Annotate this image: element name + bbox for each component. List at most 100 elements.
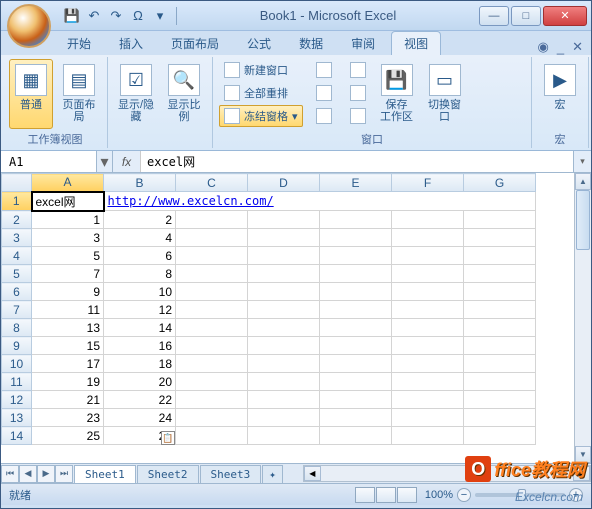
cell-empty[interactable] xyxy=(392,283,464,301)
cell-empty[interactable] xyxy=(320,373,392,391)
first-sheet-button[interactable]: ⏮ xyxy=(1,465,19,483)
new-sheet-button[interactable]: ✦ xyxy=(262,465,283,483)
cell-empty[interactable] xyxy=(464,211,536,229)
maximize-button[interactable]: □ xyxy=(511,6,541,26)
spreadsheet-grid[interactable]: ABCDEFG1excel网http://www.excelcn.com/212… xyxy=(1,173,536,445)
name-box-dropdown[interactable]: ▾ xyxy=(97,151,113,172)
show-hide-button[interactable]: ☑显示/隐藏 xyxy=(114,59,158,129)
cell-empty[interactable] xyxy=(320,391,392,409)
zoom-out-button[interactable]: − xyxy=(457,488,471,502)
cell-empty[interactable] xyxy=(320,229,392,247)
row-header-4[interactable]: 4 xyxy=(2,247,32,265)
cell-empty[interactable] xyxy=(176,337,248,355)
cell-empty[interactable] xyxy=(176,265,248,283)
cell-empty[interactable] xyxy=(392,247,464,265)
row-header-9[interactable]: 9 xyxy=(2,337,32,355)
expand-formula-icon[interactable]: ▾ xyxy=(573,151,591,172)
cell-empty[interactable] xyxy=(392,409,464,427)
qat-dropdown-icon[interactable]: ▾ xyxy=(152,8,168,24)
cell-empty[interactable] xyxy=(248,229,320,247)
name-box[interactable]: A1 xyxy=(1,151,97,172)
split-button[interactable] xyxy=(311,59,337,81)
cell-B10[interactable]: 18 xyxy=(104,355,176,373)
zoom-button[interactable]: 🔍显示比例 xyxy=(162,59,206,129)
cell-empty[interactable] xyxy=(248,337,320,355)
reset-pos-button[interactable] xyxy=(345,105,371,127)
close-button[interactable]: ✕ xyxy=(543,6,587,26)
col-header-D[interactable]: D xyxy=(248,174,320,192)
cell-empty[interactable] xyxy=(464,265,536,283)
tab-view[interactable]: 视图 xyxy=(391,31,441,55)
macros-button[interactable]: ▶宏 xyxy=(538,59,582,129)
cell-empty[interactable] xyxy=(392,373,464,391)
cell-empty[interactable] xyxy=(392,337,464,355)
cell-A10[interactable]: 17 xyxy=(32,355,104,373)
vertical-scrollbar[interactable]: ▲ ▼ xyxy=(574,173,591,463)
cell-empty[interactable] xyxy=(392,355,464,373)
new-window-button[interactable]: 新建窗口 xyxy=(219,59,303,81)
cell-empty[interactable] xyxy=(176,355,248,373)
cell-B6[interactable]: 10 xyxy=(104,283,176,301)
cell-empty[interactable] xyxy=(392,391,464,409)
cell-B9[interactable]: 16 xyxy=(104,337,176,355)
doc-close-icon[interactable]: ✕ xyxy=(572,39,583,55)
cell-A2[interactable]: 1 xyxy=(32,211,104,229)
cell-empty[interactable] xyxy=(464,247,536,265)
normal-view-icon[interactable] xyxy=(355,487,375,503)
row-header-14[interactable]: 14 xyxy=(2,427,32,445)
fx-icon[interactable]: fx xyxy=(113,151,141,172)
redo-icon[interactable]: ↷ xyxy=(108,8,124,24)
cell-empty[interactable] xyxy=(248,373,320,391)
cell-A9[interactable]: 15 xyxy=(32,337,104,355)
cell-A12[interactable]: 21 xyxy=(32,391,104,409)
save-workspace-button[interactable]: 💾保存 工作区 xyxy=(375,59,419,129)
zoom-level[interactable]: 100% xyxy=(425,489,453,501)
cell-empty[interactable] xyxy=(464,355,536,373)
tab-formulas[interactable]: 公式 xyxy=(235,32,283,55)
row-header-7[interactable]: 7 xyxy=(2,301,32,319)
help-icon[interactable]: ◉ xyxy=(538,39,549,55)
sync-scroll-button[interactable] xyxy=(345,82,371,104)
cell-empty[interactable] xyxy=(176,373,248,391)
cell-A6[interactable]: 9 xyxy=(32,283,104,301)
cell-empty[interactable] xyxy=(248,283,320,301)
cell-empty[interactable] xyxy=(464,229,536,247)
undo-icon[interactable]: ↶ xyxy=(86,8,102,24)
cell-A3[interactable]: 3 xyxy=(32,229,104,247)
cell-empty[interactable] xyxy=(464,373,536,391)
cell-A13[interactable]: 23 xyxy=(32,409,104,427)
cell-empty[interactable] xyxy=(392,301,464,319)
cell-A11[interactable]: 19 xyxy=(32,373,104,391)
cell-empty[interactable] xyxy=(320,409,392,427)
sheet-tab-3[interactable]: Sheet3 xyxy=(200,465,262,483)
view-side-button[interactable] xyxy=(345,59,371,81)
next-sheet-button[interactable]: ▶ xyxy=(37,465,55,483)
cell-B11[interactable]: 20 xyxy=(104,373,176,391)
cell-empty[interactable] xyxy=(248,355,320,373)
normal-view-button[interactable]: ▦普通 xyxy=(9,59,53,129)
cell-B2[interactable]: 2 xyxy=(104,211,176,229)
row-header-11[interactable]: 11 xyxy=(2,373,32,391)
cell-B8[interactable]: 14 xyxy=(104,319,176,337)
row-header-2[interactable]: 2 xyxy=(2,211,32,229)
page-layout-view-icon[interactable] xyxy=(376,487,396,503)
cell-empty[interactable] xyxy=(248,409,320,427)
cell-empty[interactable] xyxy=(248,247,320,265)
cell-empty[interactable] xyxy=(320,301,392,319)
row-header-6[interactable]: 6 xyxy=(2,283,32,301)
switch-windows-button[interactable]: ▭切换窗口 xyxy=(423,59,467,129)
cell-empty[interactable] xyxy=(392,211,464,229)
last-sheet-button[interactable]: ⏭ xyxy=(55,465,73,483)
cell-empty[interactable] xyxy=(176,409,248,427)
cell-empty[interactable] xyxy=(320,283,392,301)
cell-empty[interactable] xyxy=(320,337,392,355)
cell-empty[interactable] xyxy=(320,355,392,373)
col-header-C[interactable]: C xyxy=(176,174,248,192)
row-header-3[interactable]: 3 xyxy=(2,229,32,247)
scroll-left-icon[interactable]: ◀ xyxy=(304,466,321,481)
minimize-button[interactable]: — xyxy=(479,6,509,26)
cell-empty[interactable] xyxy=(248,265,320,283)
scroll-up-icon[interactable]: ▲ xyxy=(575,173,591,190)
row-header-5[interactable]: 5 xyxy=(2,265,32,283)
freeze-panes-button[interactable]: 冻结窗格▾ xyxy=(219,105,303,127)
